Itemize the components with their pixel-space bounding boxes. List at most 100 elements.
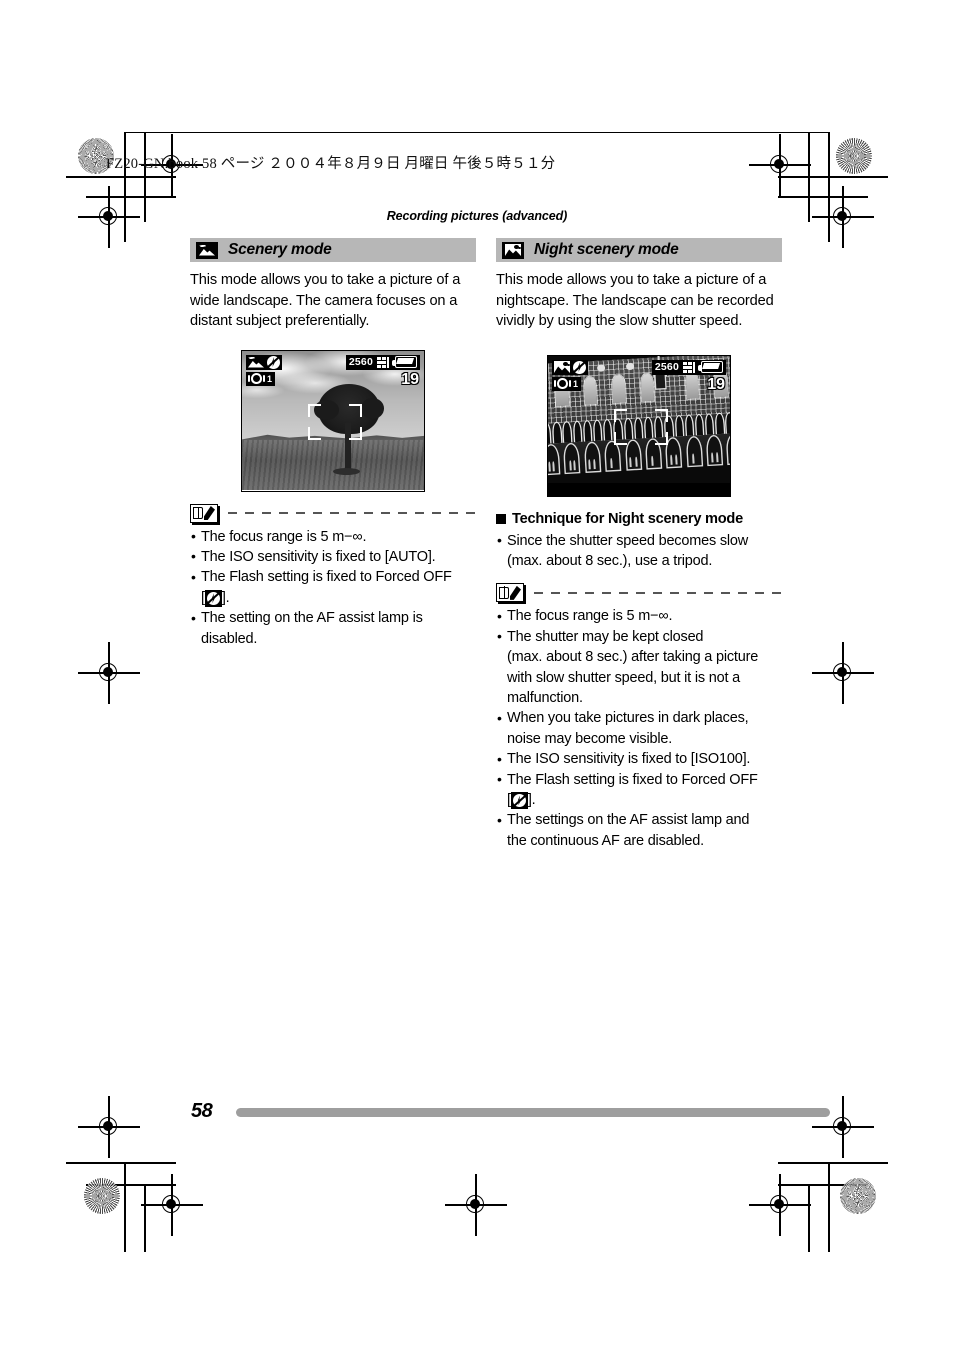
flash-forced-off-icon [573, 360, 586, 374]
inline-flash-chip [204, 589, 222, 607]
osd-mode-group-left [246, 354, 282, 370]
list-item: The shutter may be kept closed [496, 626, 782, 647]
section-header-scenery: Scenery mode [190, 238, 476, 262]
optical-image-stabilizer-icon [248, 373, 265, 384]
square-bullet-icon [496, 513, 506, 524]
list-item: The focus range is 5 m−∞. [496, 606, 782, 627]
ois-mode-value: 1 [573, 378, 579, 389]
battery-full-icon [392, 356, 417, 368]
registration-target [78, 642, 140, 704]
list-item-flash-icon-line: []. [496, 790, 782, 810]
list-item: the continuous AF are disabled. [507, 832, 704, 849]
registration-target [749, 1174, 811, 1236]
quality-fine-icon [683, 361, 697, 373]
memo-note-icon [190, 503, 218, 523]
column-scenery-mode: Scenery mode This mode allows you to tak… [190, 238, 476, 649]
night-scenery-notes-list: The focus range is 5 m−∞. The shutter ma… [496, 606, 782, 851]
bracket-close: ]. [527, 791, 536, 808]
ground-region [242, 440, 424, 491]
technique-heading-label: Technique for Night scenery mode [512, 510, 743, 527]
bracket-close: ]. [221, 589, 230, 606]
crop-mark-line [828, 1162, 830, 1252]
flash-forced-off-icon [206, 591, 220, 605]
resolution-value: 2560 [348, 356, 373, 368]
remaining-shots-count: 19 [401, 370, 419, 388]
crop-mark-line [86, 196, 176, 198]
crop-mark-line [66, 1162, 176, 1164]
list-item: The settings on the AF assist lamp and [496, 810, 782, 831]
column-night-scenery-mode: Night scenery mode This mode allows you … [496, 238, 782, 851]
optical-image-stabilizer-icon [554, 378, 571, 389]
registration-target [78, 1096, 140, 1158]
list-item: malfunction. [507, 689, 583, 706]
registration-target [445, 1174, 507, 1236]
registration-target [141, 1174, 203, 1236]
header-rule [124, 132, 828, 134]
list-item: noise may become visible. [507, 730, 673, 747]
osd-ois-group-right: 1 [552, 376, 582, 391]
night-scenery-mode-icon [554, 361, 570, 373]
registration-rosette [836, 138, 872, 174]
note-header-night-scenery [496, 583, 782, 603]
print-header-text: FZ20-GN.book 58 ページ ２００４年８月９日 月曜日 午後５時５１… [106, 156, 556, 172]
footer-rule [236, 1108, 830, 1117]
registration-target [812, 642, 874, 704]
crop-mark-line [144, 1184, 146, 1252]
osd-settings-group-left: 2560 [345, 354, 420, 370]
list-item: The ISO sensitivity is fixed to [AUTO]. [190, 546, 476, 567]
section-header-night-scenery: Night scenery mode [496, 238, 782, 262]
list-item-flash-icon-line: []. [190, 588, 476, 608]
flash-forced-off-icon [267, 355, 280, 369]
list-item: (max. about 8 sec.) after taking a pictu… [507, 649, 759, 666]
registration-rosette [84, 1178, 120, 1214]
ois-mode-value: 1 [267, 373, 273, 384]
running-head: Recording pictures (advanced) [386, 209, 568, 223]
note-header-scenery [190, 503, 476, 523]
osd-mode-group-right [552, 359, 588, 375]
inline-flash-chip [510, 791, 528, 809]
lcd-sample-scenery: 1 2560 19 [241, 349, 425, 492]
af-area-frame [613, 408, 669, 446]
dashed-divider [228, 511, 476, 515]
memo-note-icon [496, 583, 524, 603]
dashed-divider [534, 591, 782, 595]
flash-forced-off-icon [512, 793, 526, 807]
remaining-shots-count: 19 [707, 375, 725, 393]
list-item: The ISO sensitivity is fixed to [ISO100]… [496, 749, 782, 770]
list-item: (max. about 8 sec.), use a tripod. [507, 552, 713, 569]
scenery-notes-list: The focus range is 5 m−∞. The ISO sensit… [190, 526, 476, 649]
quality-fine-icon [377, 356, 391, 368]
page-number: 58 [191, 1100, 213, 1122]
list-item: The focus range is 5 m−∞. [190, 526, 476, 547]
list-item: The setting on the AF assist lamp is [190, 608, 476, 629]
crop-mark-line [808, 1184, 810, 1252]
night-scenery-mode-icon [502, 241, 524, 259]
technique-heading: Technique for Night scenery mode [496, 511, 782, 527]
crop-mark-line [778, 196, 868, 198]
list-item: The Flash setting is fixed to Forced OFF [496, 769, 782, 790]
scenery-mode-icon [248, 357, 264, 368]
foreground-shadow [548, 482, 730, 496]
scenery-mode-icon [196, 241, 218, 259]
crop-mark-line [778, 1162, 888, 1164]
night-scenery-intro-text: This mode allows you to take a picture o… [496, 272, 774, 329]
registration-target [812, 1096, 874, 1158]
technique-notes-list: Since the shutter speed becomes slow (ma… [496, 530, 782, 572]
section-title: Night scenery mode [534, 241, 679, 258]
list-item: The Flash setting is fixed to Forced OFF [190, 567, 476, 588]
list-item: Since the shutter speed becomes slow [496, 530, 782, 551]
registration-target [749, 134, 811, 196]
lcd-sample-night-scenery: 1 2560 19 [547, 354, 731, 497]
scenery-intro-text: This mode allows you to take a picture o… [190, 272, 461, 329]
registration-rosette [840, 1178, 876, 1214]
list-item: When you take pictures in dark places, [496, 708, 782, 729]
af-area-frame [307, 403, 363, 441]
section-title: Scenery mode [228, 241, 332, 258]
resolution-value: 2560 [654, 361, 679, 373]
list-item: with slow shutter speed, but it is not a [507, 669, 740, 686]
list-item: disabled. [201, 630, 258, 647]
crop-mark-line [124, 1162, 126, 1252]
battery-full-icon [698, 361, 723, 373]
osd-ois-group-left: 1 [246, 371, 276, 386]
osd-settings-group-right: 2560 [651, 359, 726, 375]
